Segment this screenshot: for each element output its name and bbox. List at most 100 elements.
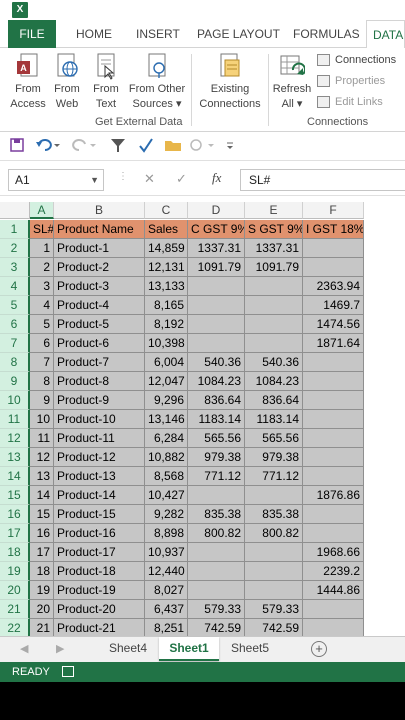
table-cell[interactable]: 2 bbox=[30, 258, 54, 277]
edit-links-button[interactable]: Edit Links bbox=[317, 93, 383, 111]
table-cell[interactable]: 10,427 bbox=[145, 486, 188, 505]
table-cell[interactable]: 3 bbox=[30, 277, 54, 296]
table-cell[interactable]: Product-12 bbox=[54, 448, 145, 467]
sheet-tab-sheet1[interactable]: Sheet1 bbox=[159, 637, 219, 661]
header-cell[interactable]: C GST 9% bbox=[188, 220, 245, 239]
row-header[interactable]: 8 bbox=[0, 353, 30, 372]
table-cell[interactable] bbox=[245, 315, 303, 334]
table-cell[interactable]: Product-9 bbox=[54, 391, 145, 410]
table-cell[interactable]: 5 bbox=[30, 315, 54, 334]
enter-icon[interactable]: ✓ bbox=[176, 171, 187, 187]
table-cell[interactable]: Product-1 bbox=[54, 239, 145, 258]
table-cell[interactable]: 8 bbox=[30, 372, 54, 391]
add-sheet-icon[interactable]: + bbox=[311, 641, 327, 657]
table-cell[interactable]: 13 bbox=[30, 467, 54, 486]
name-box[interactable]: A1 ▼ bbox=[8, 169, 104, 191]
row-header[interactable]: 6 bbox=[0, 315, 30, 334]
table-cell[interactable]: 836.64 bbox=[245, 391, 303, 410]
table-cell[interactable] bbox=[303, 505, 364, 524]
properties-button[interactable]: Properties bbox=[317, 72, 385, 90]
save-icon[interactable] bbox=[10, 136, 24, 154]
row-header[interactable]: 10 bbox=[0, 391, 30, 410]
row-header[interactable]: 11 bbox=[0, 410, 30, 429]
next-sheet-icon[interactable]: ▶ bbox=[56, 642, 64, 655]
column-header-d[interactable]: D bbox=[188, 202, 245, 219]
table-cell[interactable]: 540.36 bbox=[245, 353, 303, 372]
table-cell[interactable]: 10,882 bbox=[145, 448, 188, 467]
row-header[interactable]: 5 bbox=[0, 296, 30, 315]
table-cell[interactable]: 835.38 bbox=[188, 505, 245, 524]
table-cell[interactable]: 1871.64 bbox=[303, 334, 364, 353]
cancel-icon[interactable]: ✕ bbox=[144, 171, 155, 187]
undo-icon[interactable] bbox=[36, 136, 62, 154]
table-cell[interactable]: 9,282 bbox=[145, 505, 188, 524]
redo-icon[interactable] bbox=[72, 136, 98, 154]
table-cell[interactable]: 18 bbox=[30, 562, 54, 581]
column-header-a[interactable]: A bbox=[30, 202, 54, 219]
table-cell[interactable] bbox=[188, 277, 245, 296]
table-cell[interactable]: 13,146 bbox=[145, 410, 188, 429]
row-header[interactable]: 17 bbox=[0, 524, 30, 543]
table-cell[interactable]: 10,398 bbox=[145, 334, 188, 353]
table-cell[interactable] bbox=[303, 372, 364, 391]
table-cell[interactable]: 14,859 bbox=[145, 239, 188, 258]
table-cell[interactable] bbox=[303, 391, 364, 410]
table-cell[interactable]: Product-16 bbox=[54, 524, 145, 543]
table-cell[interactable]: 10 bbox=[30, 410, 54, 429]
connections-button[interactable]: Connections bbox=[317, 51, 396, 69]
table-cell[interactable]: 8,165 bbox=[145, 296, 188, 315]
table-cell[interactable]: 6 bbox=[30, 334, 54, 353]
table-cell[interactable]: Product-20 bbox=[54, 600, 145, 619]
table-cell[interactable]: 742.59 bbox=[188, 619, 245, 636]
table-cell[interactable]: Product-7 bbox=[54, 353, 145, 372]
table-cell[interactable] bbox=[188, 543, 245, 562]
table-cell[interactable]: 17 bbox=[30, 543, 54, 562]
column-header-f[interactable]: F bbox=[303, 202, 364, 219]
table-cell[interactable]: 579.33 bbox=[245, 600, 303, 619]
row-header[interactable]: 2 bbox=[0, 239, 30, 258]
table-cell[interactable] bbox=[303, 429, 364, 448]
sheet-tab-sheet5[interactable]: Sheet5 bbox=[223, 637, 277, 661]
table-cell[interactable]: 565.56 bbox=[245, 429, 303, 448]
table-cell[interactable]: 1337.31 bbox=[188, 239, 245, 258]
row-header[interactable]: 16 bbox=[0, 505, 30, 524]
chevron-down-icon[interactable]: ▼ bbox=[90, 170, 99, 190]
table-cell[interactable]: 1474.56 bbox=[303, 315, 364, 334]
table-cell[interactable]: 565.56 bbox=[188, 429, 245, 448]
table-cell[interactable]: 15 bbox=[30, 505, 54, 524]
table-cell[interactable]: 8,027 bbox=[145, 581, 188, 600]
table-cell[interactable] bbox=[245, 486, 303, 505]
table-cell[interactable]: 6,284 bbox=[145, 429, 188, 448]
table-cell[interactable]: 12,047 bbox=[145, 372, 188, 391]
table-cell[interactable]: 800.82 bbox=[188, 524, 245, 543]
table-cell[interactable]: 9,296 bbox=[145, 391, 188, 410]
table-cell[interactable]: 14 bbox=[30, 486, 54, 505]
table-cell[interactable] bbox=[245, 543, 303, 562]
table-cell[interactable] bbox=[303, 467, 364, 486]
table-cell[interactable]: 11 bbox=[30, 429, 54, 448]
header-cell[interactable]: SL# bbox=[30, 220, 54, 239]
table-cell[interactable] bbox=[188, 296, 245, 315]
table-cell[interactable] bbox=[303, 239, 364, 258]
table-cell[interactable]: 8,251 bbox=[145, 619, 188, 636]
table-cell[interactable]: 1183.14 bbox=[245, 410, 303, 429]
table-cell[interactable]: Product-18 bbox=[54, 562, 145, 581]
table-cell[interactable] bbox=[245, 296, 303, 315]
table-cell[interactable] bbox=[303, 353, 364, 372]
drag-handle-icon[interactable]: ⋮ bbox=[118, 171, 128, 182]
table-cell[interactable]: Product-14 bbox=[54, 486, 145, 505]
table-cell[interactable]: 21 bbox=[30, 619, 54, 636]
table-cell[interactable] bbox=[303, 258, 364, 277]
table-cell[interactable]: Product-8 bbox=[54, 372, 145, 391]
table-cell[interactable]: 1876.86 bbox=[303, 486, 364, 505]
row-header[interactable]: 1 bbox=[0, 220, 30, 239]
table-cell[interactable]: 979.38 bbox=[188, 448, 245, 467]
table-cell[interactable]: Product-21 bbox=[54, 619, 145, 636]
row-header[interactable]: 7 bbox=[0, 334, 30, 353]
row-header[interactable]: 19 bbox=[0, 562, 30, 581]
table-cell[interactable]: Product-19 bbox=[54, 581, 145, 600]
table-cell[interactable]: Product-11 bbox=[54, 429, 145, 448]
table-cell[interactable]: 7 bbox=[30, 353, 54, 372]
table-cell[interactable] bbox=[245, 277, 303, 296]
row-header[interactable]: 14 bbox=[0, 467, 30, 486]
